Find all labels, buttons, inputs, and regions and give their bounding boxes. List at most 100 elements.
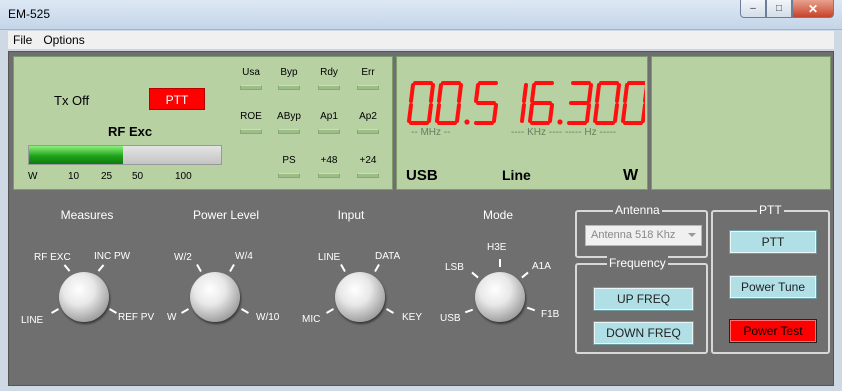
frequency-display-panel: -- MHz -- ---- KHz ---- ----- Hz ----- U… bbox=[396, 56, 648, 190]
knob-option-label: INC PW bbox=[94, 251, 131, 262]
digit-segment bbox=[427, 103, 433, 123]
mode-title: Mode bbox=[482, 208, 514, 222]
status-led bbox=[357, 85, 379, 90]
measures-title: Measures bbox=[60, 208, 114, 222]
title-bar: EM-525 – □ ✕ bbox=[0, 0, 842, 30]
knob-tick bbox=[464, 308, 474, 314]
ptt-indicator: PTT bbox=[149, 88, 205, 110]
minimize-icon: – bbox=[750, 3, 756, 14]
knob-tick bbox=[386, 308, 394, 314]
chevron-down-icon bbox=[688, 233, 696, 237]
knob-option-label: F1B bbox=[541, 309, 560, 320]
tick-label: 50 bbox=[132, 171, 144, 182]
knob-option-label: RF EXC bbox=[34, 252, 71, 263]
digit-segment bbox=[548, 103, 554, 123]
input-title: Input bbox=[337, 208, 365, 222]
status-led bbox=[278, 173, 300, 178]
knob-tick bbox=[241, 308, 249, 314]
menu-options[interactable]: Options bbox=[38, 31, 90, 49]
status-led bbox=[318, 85, 340, 90]
knob-tick bbox=[97, 264, 105, 272]
digit-segment bbox=[585, 103, 591, 123]
knob-option-label: LINE bbox=[318, 252, 341, 263]
maximize-icon: □ bbox=[775, 3, 783, 14]
up-freq-button[interactable]: UP FREQ bbox=[593, 287, 694, 311]
antenna-legend: Antenna bbox=[613, 203, 662, 217]
digit-segment bbox=[457, 83, 463, 103]
digit-segment bbox=[409, 83, 415, 103]
ptt-button[interactable]: PTT bbox=[729, 230, 817, 254]
knob-tick bbox=[471, 271, 479, 279]
power-level-knob[interactable] bbox=[190, 272, 240, 322]
mode-knob[interactable] bbox=[475, 272, 525, 322]
knob-option-label: H3E bbox=[487, 242, 507, 253]
measures-knob[interactable] bbox=[59, 272, 109, 322]
digit-segment bbox=[474, 83, 480, 103]
maximize-button[interactable]: □ bbox=[766, 0, 792, 18]
led-label: Err bbox=[361, 67, 375, 78]
led-label: Rdy bbox=[320, 67, 338, 78]
digit-segment bbox=[429, 83, 435, 103]
knob-tick bbox=[374, 264, 380, 272]
down-freq-button[interactable]: DOWN FREQ bbox=[593, 321, 694, 345]
tx-state-label: Tx Off bbox=[54, 93, 90, 108]
digit-segment bbox=[613, 103, 619, 123]
status-led bbox=[240, 85, 262, 90]
knob-option-label: W/2 bbox=[174, 252, 192, 263]
led-label: Ap2 bbox=[359, 111, 377, 122]
knob-option-label: LINE bbox=[21, 315, 44, 326]
frequency-legend: Frequency bbox=[607, 256, 668, 270]
digit-segment bbox=[528, 103, 534, 123]
knob-tick bbox=[229, 264, 235, 272]
digit-segment bbox=[455, 103, 461, 123]
led-label: +24 bbox=[359, 155, 377, 166]
status-led bbox=[357, 129, 379, 134]
menu-bar: File Options bbox=[8, 31, 834, 50]
digit-segment bbox=[435, 103, 441, 123]
knob-tick bbox=[526, 306, 536, 312]
antenna-group: Antenna Antenna 518 Khz bbox=[575, 203, 708, 258]
tick-label: 100 bbox=[175, 171, 192, 182]
aux-display-panel bbox=[651, 56, 831, 190]
frequency-digits bbox=[407, 81, 645, 125]
power-tune-button[interactable]: Power Tune bbox=[729, 275, 817, 299]
status-led bbox=[318, 129, 340, 134]
input-knob[interactable] bbox=[335, 272, 385, 322]
digit-segment bbox=[587, 83, 593, 103]
ptt-legend: PTT bbox=[757, 203, 784, 217]
knob-option-label: MIC bbox=[302, 314, 321, 325]
decimal-point bbox=[464, 119, 470, 125]
close-button[interactable]: ✕ bbox=[792, 0, 834, 18]
status-led bbox=[318, 173, 340, 178]
led-label: Usa bbox=[242, 67, 260, 78]
frequency-group: Frequency UP FREQ DOWN FREQ bbox=[575, 256, 708, 354]
knob-tick bbox=[326, 308, 334, 314]
led-label: Ap1 bbox=[320, 111, 338, 122]
antenna-select[interactable]: Antenna 518 Khz bbox=[585, 225, 702, 246]
status-led bbox=[278, 85, 300, 90]
knob-tick bbox=[51, 308, 59, 314]
main-client-area: Tx Off PTT RF Exc W 10 25 50 100 Usa Byp… bbox=[8, 51, 834, 386]
status-led bbox=[357, 173, 379, 178]
digit-segment bbox=[437, 83, 443, 103]
digit-segment bbox=[623, 83, 629, 103]
hz-unit-label: ----- Hz ----- bbox=[565, 127, 617, 138]
led-label: ROE bbox=[240, 111, 262, 122]
led-label: PS bbox=[282, 155, 296, 166]
close-icon: ✕ bbox=[807, 1, 819, 16]
power-test-button[interactable]: Power Test bbox=[729, 319, 817, 343]
digit-segment bbox=[520, 103, 526, 123]
knob-option-label: DATA bbox=[375, 251, 401, 262]
digit-segment bbox=[492, 103, 498, 123]
digit-segment bbox=[593, 103, 599, 123]
digit-segment bbox=[407, 103, 413, 123]
minimize-button[interactable]: – bbox=[740, 0, 766, 18]
digit-segment bbox=[595, 83, 601, 103]
knob-tick bbox=[499, 259, 501, 267]
knob-option-label: LSB bbox=[445, 262, 464, 273]
menu-file[interactable]: File bbox=[8, 31, 38, 49]
digit-segment bbox=[522, 83, 528, 103]
tick-label: 10 bbox=[68, 171, 80, 182]
mhz-unit-label: -- MHz -- bbox=[411, 127, 451, 138]
tick-label: 25 bbox=[101, 171, 113, 182]
